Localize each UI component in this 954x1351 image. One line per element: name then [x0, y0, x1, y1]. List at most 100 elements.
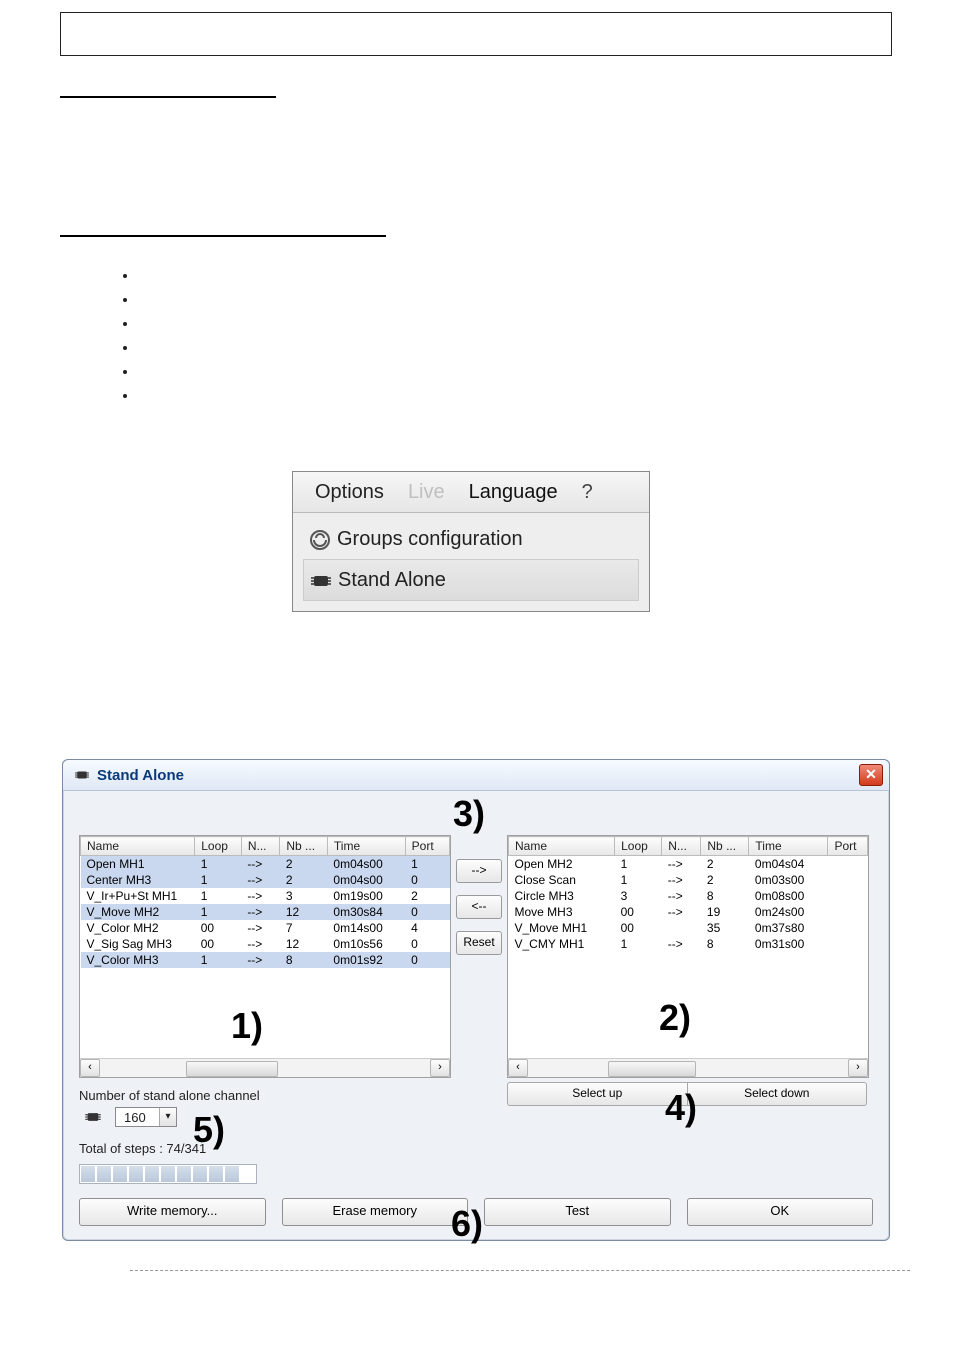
col-name[interactable]: Name	[81, 837, 195, 856]
table-row[interactable]: Center MH31-->20m04s000	[81, 872, 450, 888]
cell-nb: 2	[701, 872, 749, 888]
menu-live[interactable]: Live	[396, 472, 457, 512]
cell-name: Center MH3	[81, 872, 195, 888]
cell-time: 0m24s00	[749, 904, 828, 920]
scroll-track[interactable]	[102, 1061, 428, 1075]
table-row[interactable]: V_Ir+Pu+St MH11-->30m19s002	[81, 888, 450, 904]
cell-port: 0	[405, 904, 449, 920]
cell-time: 0m31s00	[749, 936, 828, 952]
menu-bar: Options Live Language ?	[293, 472, 649, 513]
cell-n: -->	[662, 904, 701, 920]
cell-time: 0m37s80	[749, 920, 828, 936]
cell-loop: 1	[615, 936, 662, 952]
table-row[interactable]: V_Color MH200-->70m14s004	[81, 920, 450, 936]
col-loop[interactable]: Loop	[195, 837, 242, 856]
select-down-button[interactable]: Select down	[688, 1082, 868, 1106]
col-name[interactable]: Name	[509, 837, 615, 856]
titlebar: Stand Alone ✕	[63, 760, 889, 791]
cell-port	[828, 888, 868, 904]
cell-n: -->	[241, 888, 280, 904]
cell-time: 0m04s00	[327, 856, 405, 873]
col-n[interactable]: N...	[241, 837, 280, 856]
cell-nb: 2	[701, 856, 749, 873]
move-right-button[interactable]: -->	[456, 859, 502, 883]
table-row[interactable]: Close Scan1-->20m03s00	[509, 872, 868, 888]
right-scene-table[interactable]: Name Loop N... Nb ... Time Port Open MH2…	[507, 835, 869, 1078]
table-row[interactable]: Open MH11-->20m04s001	[81, 856, 450, 873]
col-nb[interactable]: Nb ...	[701, 837, 749, 856]
menu-options[interactable]: Options	[303, 472, 396, 512]
channels-value: 160	[122, 1110, 146, 1125]
ok-button[interactable]: OK	[687, 1198, 874, 1226]
cell-n: -->	[241, 920, 280, 936]
chip-icon	[73, 766, 91, 784]
total-steps-label: Total of steps : 74/341	[79, 1141, 451, 1156]
cell-loop: 3	[615, 888, 662, 904]
cell-nb: 35	[701, 920, 749, 936]
cell-nb: 2	[280, 872, 328, 888]
col-port[interactable]: Port	[405, 837, 449, 856]
bottom-button-bar: Write memory... Erase memory Test OK	[79, 1198, 873, 1226]
cell-nb: 12	[280, 936, 328, 952]
menu-language[interactable]: Language	[457, 472, 570, 512]
cell-name: V_Sig Sag MH3	[81, 936, 195, 952]
select-up-button[interactable]: Select up	[507, 1082, 688, 1106]
cell-nb: 8	[701, 888, 749, 904]
cell-name: Move MH3	[509, 904, 615, 920]
stand-alone-window: Stand Alone ✕ Name Loop N... Nb ...	[62, 759, 890, 1241]
scroll-left-icon[interactable]: ‹	[508, 1059, 528, 1077]
table-row[interactable]: V_Sig Sag MH300-->120m10s560	[81, 936, 450, 952]
cell-time: 0m14s00	[327, 920, 405, 936]
cell-n: -->	[241, 936, 280, 952]
cell-loop: 1	[195, 952, 242, 968]
underline-2	[60, 235, 386, 237]
cell-port: 0	[405, 872, 449, 888]
close-icon: ✕	[865, 766, 877, 782]
bullet-list	[76, 267, 138, 411]
scroll-thumb[interactable]	[608, 1061, 696, 1077]
close-button[interactable]: ✕	[859, 764, 883, 786]
table-row[interactable]: V_Move MH100350m37s80	[509, 920, 868, 936]
col-port[interactable]: Port	[828, 837, 868, 856]
left-scrollbar[interactable]: ‹ ›	[80, 1058, 450, 1077]
table-row[interactable]: V_CMY MH11-->80m31s00	[509, 936, 868, 952]
scroll-left-icon[interactable]: ‹	[80, 1059, 100, 1077]
cell-loop: 00	[195, 920, 242, 936]
col-loop[interactable]: Loop	[615, 837, 662, 856]
table-row[interactable]: Move MH300-->190m24s00	[509, 904, 868, 920]
menu-item-groups-config[interactable]: Groups configuration	[303, 519, 639, 559]
reset-button[interactable]: Reset	[456, 931, 502, 955]
menu-item-stand-alone[interactable]: Stand Alone	[303, 559, 639, 601]
cell-time: 0m03s00	[749, 872, 828, 888]
cell-time: 0m30s84	[327, 904, 405, 920]
menu-help[interactable]: ?	[570, 472, 605, 512]
cell-time: 0m01s92	[327, 952, 405, 968]
scroll-right-icon[interactable]: ›	[848, 1059, 868, 1077]
left-scene-table[interactable]: Name Loop N... Nb ... Time Port Open MH1…	[79, 835, 451, 1078]
chevron-down-icon[interactable]: ▾	[159, 1108, 176, 1126]
right-scrollbar[interactable]: ‹ ›	[508, 1058, 868, 1077]
write-memory-button[interactable]: Write memory...	[79, 1198, 266, 1226]
test-button[interactable]: Test	[484, 1198, 671, 1226]
erase-memory-button[interactable]: Erase memory	[282, 1198, 469, 1226]
scroll-track[interactable]	[530, 1061, 846, 1075]
scroll-right-icon[interactable]: ›	[430, 1059, 450, 1077]
channels-combo[interactable]: 160 ▾	[115, 1107, 177, 1127]
table-row[interactable]: V_Move MH21-->120m30s840	[81, 904, 450, 920]
cell-loop: 1	[615, 872, 662, 888]
cell-name: Open MH2	[509, 856, 615, 873]
table-row[interactable]: V_Color MH31-->80m01s920	[81, 952, 450, 968]
table-row[interactable]: Open MH21-->20m04s04	[509, 856, 868, 873]
col-time[interactable]: Time	[327, 837, 405, 856]
col-nb[interactable]: Nb ...	[280, 837, 328, 856]
col-n[interactable]: N...	[662, 837, 701, 856]
table-row[interactable]: Circle MH33-->80m08s00	[509, 888, 868, 904]
cell-time: 0m04s04	[749, 856, 828, 873]
cell-name: V_Color MH3	[81, 952, 195, 968]
cell-nb: 8	[280, 952, 328, 968]
scroll-thumb[interactable]	[186, 1061, 278, 1077]
cell-loop: 1	[195, 856, 242, 873]
col-time[interactable]: Time	[749, 837, 828, 856]
options-dropdown: Groups configuration Stand Alone	[293, 513, 649, 611]
move-left-button[interactable]: <--	[456, 895, 502, 919]
